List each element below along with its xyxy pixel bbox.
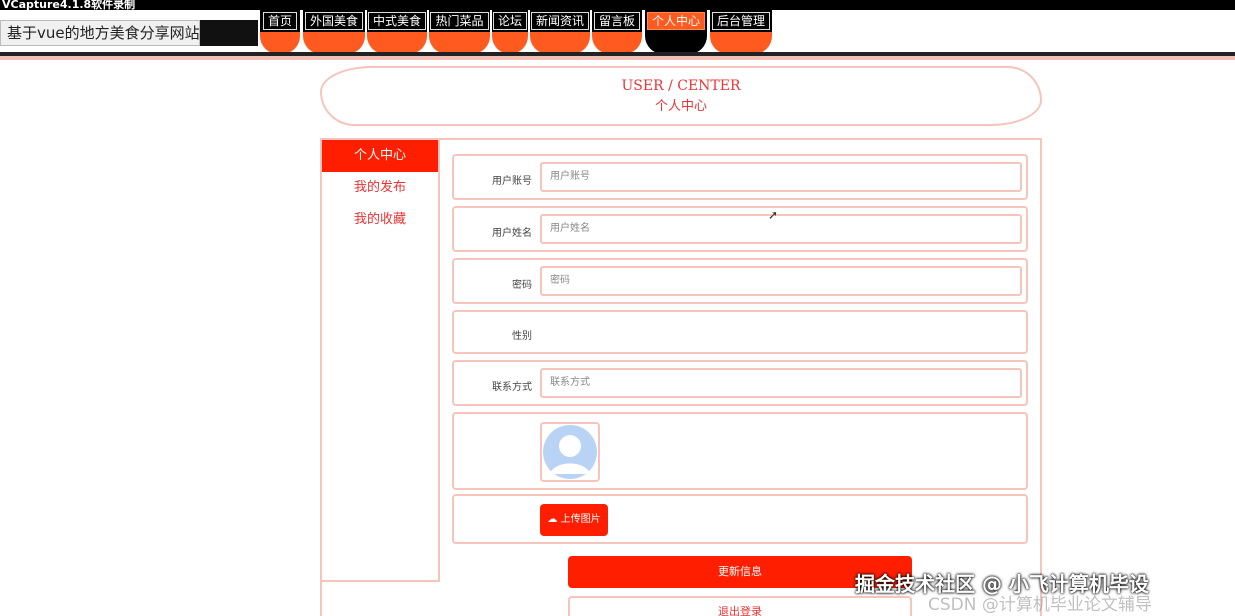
logout-button[interactable]: 退出登录 <box>568 596 912 616</box>
nav-label: 中式美食 <box>367 12 426 30</box>
contact-label: 联系方式 <box>492 382 532 393</box>
nav-item-news[interactable]: 新闻资讯 <box>530 10 590 54</box>
banner-title-en: USER / CENTER <box>621 78 741 94</box>
upload-image-button[interactable]: ☁ 上传图片 <box>540 504 608 536</box>
recorder-title: VCapture4.1.8软件录制 <box>0 0 1235 10</box>
form-row-name: 用户姓名 用户姓名 <box>452 206 1028 252</box>
nav-label: 热门菜品 <box>430 12 489 30</box>
account-input[interactable]: 用户账号 <box>540 162 1022 192</box>
gender-label: 性别 <box>512 331 532 342</box>
nav-item-foreign-food[interactable]: 外国美食 <box>303 10 365 54</box>
sidebar-item-my-posts[interactable]: 我的发布 <box>322 172 438 204</box>
site-title-block <box>200 20 258 46</box>
upload-button-label: 上传图片 <box>560 514 601 525</box>
form-row-upload: ☁ 上传图片 <box>452 494 1028 544</box>
nav-label: 论坛 <box>492 12 527 30</box>
form-row-avatar <box>452 412 1028 490</box>
nav-item-admin[interactable]: 后台管理 <box>710 10 772 54</box>
nav-item-user-center[interactable]: 个人中心 <box>645 10 707 54</box>
site-title: 基于vue的地方美食分享网站 <box>0 20 200 46</box>
page-banner: USER / CENTER 个人中心 <box>320 66 1042 126</box>
nav-label: 个人中心 <box>646 12 705 30</box>
form-row-contact: 联系方式 联系方式 <box>452 360 1028 406</box>
nav-label: 后台管理 <box>711 12 770 30</box>
name-input[interactable]: 用户姓名 <box>540 214 1022 244</box>
password-input[interactable]: 密码 <box>540 266 1022 296</box>
nav-item-hot-dishes[interactable]: 热门菜品 <box>429 10 490 54</box>
nav-item-message-board[interactable]: 留言板 <box>592 10 642 54</box>
sidebar-item-my-favorites[interactable]: 我的收藏 <box>322 204 438 236</box>
name-label: 用户姓名 <box>492 228 532 239</box>
nav-item-home[interactable]: 首页 <box>260 10 300 54</box>
account-label: 用户账号 <box>492 176 532 187</box>
nav-label: 外国美食 <box>304 12 363 30</box>
nav-item-chinese-food[interactable]: 中式美食 <box>367 10 427 54</box>
nav-item-forum[interactable]: 论坛 <box>492 10 528 54</box>
cloud-upload-icon: ☁ <box>547 514 558 525</box>
password-label: 密码 <box>512 280 532 291</box>
nav-label: 新闻资讯 <box>530 12 589 30</box>
sidebar: 个人中心 我的发布 我的收藏 <box>322 140 440 582</box>
form-row-password: 密码 密码 <box>452 258 1028 304</box>
banner-title-cn: 个人中心 <box>654 99 707 114</box>
contact-input[interactable]: 联系方式 <box>540 368 1022 398</box>
form-row-gender: 性别 <box>452 310 1028 354</box>
avatar-placeholder-icon <box>542 424 598 480</box>
header-divider-accent <box>0 56 1235 60</box>
watermark-csdn: CSDN @计算机毕业论文辅导 <box>928 595 1152 615</box>
form-row-account: 用户账号 用户账号 <box>452 154 1028 200</box>
mouse-cursor-icon: ➚ <box>768 208 779 222</box>
avatar <box>540 422 600 482</box>
nav-label: 首页 <box>262 12 297 30</box>
sidebar-item-user-center[interactable]: 个人中心 <box>322 140 438 172</box>
nav-label: 留言板 <box>593 12 640 30</box>
user-center-panel: 个人中心 我的发布 我的收藏 用户账号 用户账号 用户姓名 用户姓名 密码 密码… <box>320 138 1042 616</box>
